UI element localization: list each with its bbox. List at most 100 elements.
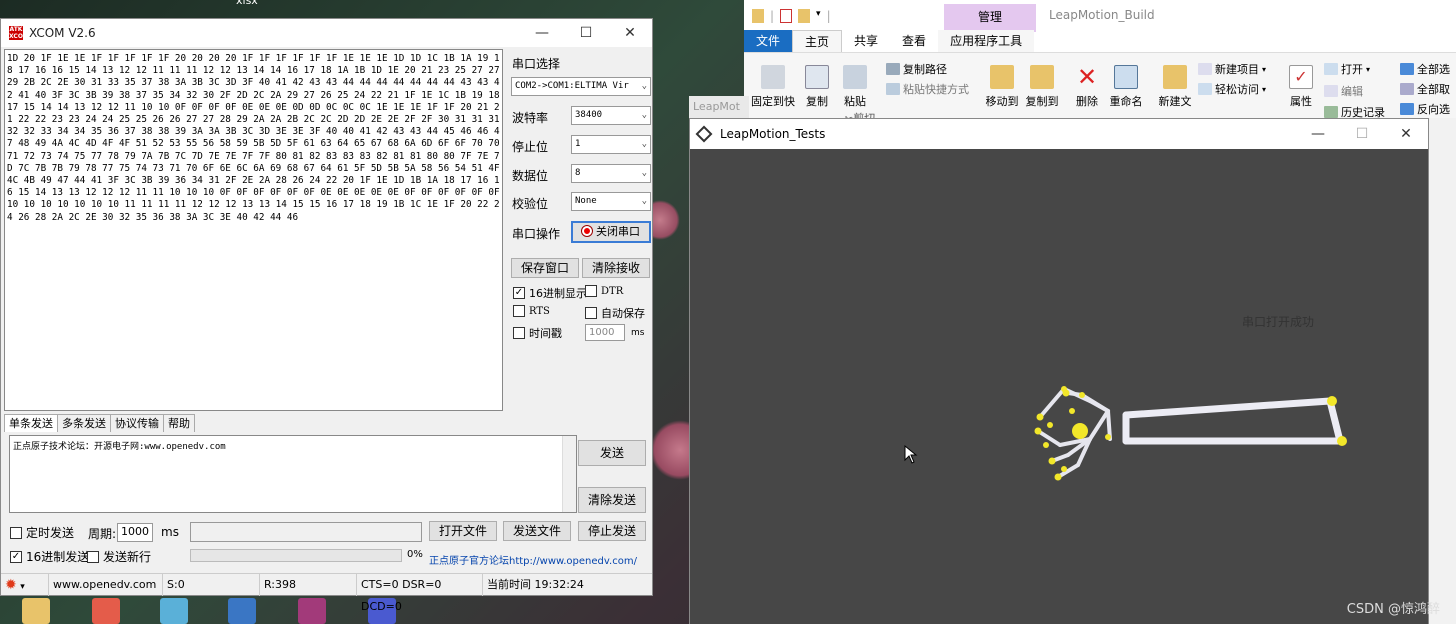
paste-shortcut-button[interactable]: 粘贴快捷方式 [886, 81, 969, 97]
save-window-button[interactable]: 保存窗口 [511, 258, 579, 278]
minimize-icon[interactable]: — [520, 25, 564, 41]
select-none-icon [1400, 83, 1414, 95]
forum-link[interactable]: 正点原子官方论坛http://www.openedv.com/ [429, 552, 637, 567]
port-select[interactable]: COM2->COM1:ELTIMA Vir ⌄ [511, 77, 651, 96]
pin-icon [761, 65, 785, 89]
open-button[interactable]: 打开 ▾ [1324, 61, 1370, 77]
send-file-button[interactable]: 发送文件 [503, 521, 571, 541]
archive-icon[interactable] [298, 598, 326, 624]
xcom-window: ATK XCOM XCOM V2.6 — ☐ ✕ 1D 20 1F 1E 1E 1… [0, 18, 653, 613]
status-received-count: R:398 [260, 573, 357, 596]
cloud-icon[interactable] [160, 598, 188, 624]
period-input[interactable]: 1000 [117, 523, 153, 542]
rename-button[interactable]: 重命名 [1108, 65, 1144, 109]
hex-display-checkbox[interactable]: ✓ 16进制显示 [513, 285, 587, 301]
copy-to-button[interactable]: 复制到 [1024, 65, 1060, 109]
history-icon [1324, 106, 1338, 118]
history-button[interactable]: 历史记录 [1324, 105, 1385, 119]
copy-button[interactable]: 复制 [802, 65, 832, 109]
hex-send-checkbox[interactable]: ✓ 16进制发送 [10, 548, 89, 565]
data-bits-select[interactable]: 8 ⌄ [571, 164, 651, 183]
move-to-button[interactable]: 移动到 [984, 65, 1020, 109]
send-button[interactable]: 发送 [578, 440, 646, 466]
app-icon[interactable] [228, 598, 256, 624]
folder-icon[interactable] [22, 598, 50, 624]
edit-button[interactable]: 编辑 [1324, 83, 1363, 99]
tab-view[interactable]: 查看 [890, 30, 938, 52]
paste-icon [843, 65, 867, 89]
new-folder-button[interactable]: 新建文件夹 [1158, 65, 1192, 107]
chevron-down-icon: ⌄ [641, 168, 647, 178]
mouse-cursor-icon [904, 444, 918, 464]
file-path-input[interactable] [190, 522, 422, 542]
properties-icon[interactable] [780, 9, 793, 23]
tab-home[interactable]: 主页 [792, 30, 843, 52]
chevron-down-icon: ▾ [1262, 64, 1267, 74]
tab-share[interactable]: 共享 [842, 30, 890, 52]
send-text-area[interactable]: 正点原子技术论坛：开源电子网:www.openedv.com [9, 435, 577, 513]
clear-receive-button[interactable]: 清除接收 [582, 258, 650, 278]
maximize-icon[interactable]: ☐ [1340, 126, 1384, 142]
chevron-down-icon: ⌄ [641, 139, 647, 149]
stop-bits-select[interactable]: 1 ⌄ [571, 135, 651, 154]
rts-checkbox[interactable]: RTS [513, 305, 550, 317]
select-all-button[interactable]: 全部选 [1400, 61, 1450, 77]
close-port-button[interactable]: 关闭串口 [571, 221, 651, 243]
open-file-button[interactable]: 打开文件 [429, 521, 497, 541]
pin-button[interactable]: 固定到快速访问 [750, 65, 796, 107]
timestamp-interval-input[interactable]: 1000 [585, 324, 625, 341]
unity-game-view[interactable]: 串口打开成功 [690, 149, 1428, 624]
send-scrollbar[interactable] [562, 436, 576, 512]
new-item-button[interactable]: 新建项目 ▾ [1198, 61, 1266, 77]
close-icon[interactable]: ✕ [1384, 126, 1428, 142]
new-folder-icon [1163, 65, 1187, 89]
timestamp-checkbox[interactable]: 时间戳 [513, 325, 562, 341]
tab-manage[interactable]: 管理 [944, 4, 1036, 32]
dtr-checkbox[interactable]: DTR [585, 285, 623, 297]
tab-single-send[interactable]: 单条发送 [4, 414, 58, 432]
progress-percent: 0% [407, 549, 423, 560]
tab-app-tools[interactable]: 应用程序工具 [938, 30, 1035, 52]
status-bar: ✹ ▾ www.openedv.com S:0 R:398 CTS=0 DSR=… [1, 573, 652, 613]
tab-file[interactable]: 文件 [744, 30, 793, 52]
stop-bits-label: 停止位 [512, 140, 549, 154]
watermark: CSDN @惊鸿醉 [1346, 602, 1440, 617]
unity-titlebar: LeapMotion_Tests — ☐ ✕ [690, 119, 1428, 149]
baud-select[interactable]: 38400 ⌄ [571, 106, 651, 125]
data-bits-label: 数据位 [512, 169, 549, 183]
new-folder-icon[interactable] [798, 9, 811, 23]
quick-access-toolbar: | ▾ | [744, 9, 831, 23]
properties-check-icon: ✓ [1289, 65, 1313, 89]
minimize-icon[interactable]: — [1296, 126, 1340, 142]
copy-path-button[interactable]: 复制路径 [886, 61, 947, 77]
send-newline-checkbox[interactable]: 发送新行 [87, 548, 151, 565]
tab-protocol[interactable]: 协议传输 [110, 414, 164, 432]
tab-multi-send[interactable]: 多条发送 [57, 414, 111, 432]
settings-gear-icon[interactable]: ✹ ▾ [1, 573, 49, 596]
background-window-tab[interactable]: LeapMot [689, 96, 749, 120]
invert-selection-icon [1400, 103, 1414, 115]
timed-send-checkbox[interactable]: 定时发送 [10, 524, 74, 541]
chevron-down-icon[interactable]: ▾ [816, 9, 821, 23]
delete-button[interactable]: ✕ 删除 [1072, 65, 1102, 109]
properties-button[interactable]: ✓ 属性 [1286, 65, 1316, 109]
easy-access-button[interactable]: 轻松访问 ▾ [1198, 81, 1266, 97]
autosave-checkbox[interactable]: 自动保存 [585, 305, 645, 321]
port-select-label: 串口选择 [512, 57, 561, 71]
tab-help[interactable]: 帮助 [163, 414, 195, 432]
receive-area[interactable]: 1D 20 1F 1E 1E 1F 1F 1F 1F 1F 20 20 20 2… [4, 49, 503, 411]
invert-selection-button[interactable]: 反向选 [1400, 101, 1450, 117]
copy-icon [805, 65, 829, 89]
close-icon[interactable]: ✕ [608, 25, 652, 41]
pdf-icon[interactable] [92, 598, 120, 624]
parity-select[interactable]: None ⌄ [571, 192, 651, 211]
folder-icon[interactable] [752, 9, 764, 23]
paste-button[interactable]: 粘贴 [840, 65, 870, 109]
stop-send-button[interactable]: 停止发送 [578, 521, 646, 541]
xcom-logo-icon: ATK XCOM [9, 26, 29, 40]
clear-send-button[interactable]: 清除发送 [578, 487, 646, 513]
chevron-down-icon: ▾ [1366, 64, 1371, 74]
select-none-button[interactable]: 全部取 [1400, 81, 1450, 97]
maximize-icon[interactable]: ☐ [564, 25, 608, 41]
send-progress-bar [190, 549, 402, 562]
